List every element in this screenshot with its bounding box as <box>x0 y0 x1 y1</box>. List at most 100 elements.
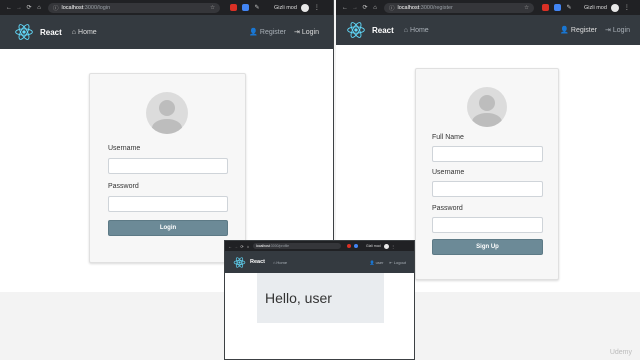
sign-in-icon: ⇥ <box>604 27 611 34</box>
extension-icon[interactable] <box>347 244 351 248</box>
incognito-icon[interactable] <box>300 3 309 12</box>
nav-home-label: Home <box>276 259 288 265</box>
react-logo-icon <box>347 22 365 38</box>
username-input[interactable] <box>108 158 228 174</box>
browser-toolbar: ← → ⟳ ⌂ localhost:3000/profile Gizli mod… <box>225 241 414 251</box>
password-label: Password <box>432 205 463 212</box>
home-icon: ⌂ <box>71 28 77 36</box>
nav-user-label: user <box>375 259 384 265</box>
home-icon[interactable]: ⌂ <box>245 244 251 249</box>
navbar-brand[interactable]: React <box>346 20 394 40</box>
register-card: Full Name Username Password Sign Up <box>415 68 559 280</box>
avatar-icon <box>467 87 507 127</box>
password-input[interactable] <box>108 196 228 212</box>
navbar-brand[interactable]: React <box>233 256 265 269</box>
address-host: localhost <box>397 4 420 11</box>
nav-home-label: Home <box>78 28 97 36</box>
browser-toolbar: ← → ⟳ ⌂ ⓘ localhost:3000/login ☆ ✎ Gizli… <box>0 0 333 15</box>
nav-login-label: Login <box>612 26 630 34</box>
fullname-label: Full Name <box>432 134 464 141</box>
navbar: React ⌂ Home 👤 Register ⇥ Login <box>0 15 333 49</box>
nav-login[interactable]: ⇥ Login <box>604 26 630 35</box>
nav-register-label: Register <box>570 26 597 34</box>
nav-logout-label: Logout <box>393 259 406 265</box>
home-icon[interactable]: ⌂ <box>34 5 44 11</box>
translate-icon[interactable] <box>554 4 561 11</box>
nav-home[interactable]: ⌂ Home <box>72 29 97 36</box>
home-icon: ⌂ <box>403 26 409 34</box>
greeting-text: Hello, user <box>265 290 332 306</box>
address-bar[interactable]: localhost:3000/profile <box>253 243 341 249</box>
nav-register[interactable]: 👤 Register <box>249 28 286 37</box>
username-label: Username <box>108 145 141 152</box>
star-icon[interactable]: ☆ <box>210 5 215 11</box>
extension-icon[interactable] <box>542 4 549 11</box>
login-card: Username Password Login <box>89 73 246 263</box>
address-bar[interactable]: ⓘ localhost:3000/login ☆ <box>48 2 220 13</box>
nav-home[interactable]: ⌂ Home <box>404 27 429 34</box>
profile-window: ← → ⟳ ⌂ localhost:3000/profile Gizli mod… <box>224 240 415 360</box>
user-plus-icon: 👤 <box>560 27 569 34</box>
user-plus-icon: 👤 <box>249 29 258 36</box>
reload-icon[interactable]: ⟳ <box>360 4 370 11</box>
react-logo-icon <box>15 24 33 40</box>
incognito-icon[interactable] <box>383 243 389 249</box>
profile-name: Gizli mod <box>584 4 607 11</box>
brand-text: React <box>372 25 394 35</box>
nav-user[interactable]: 👤 user <box>370 260 384 265</box>
user-icon: 👤 <box>369 259 375 265</box>
nav-register-label: Register <box>259 28 286 36</box>
nav-login-label: Login <box>301 28 319 36</box>
fullname-input[interactable] <box>432 146 543 162</box>
forward-icon[interactable]: → <box>350 5 360 11</box>
menu-icon[interactable]: ⋮ <box>623 4 631 11</box>
lock-icon: ⓘ <box>389 5 395 12</box>
avatar-icon <box>146 92 188 134</box>
greeting-jumbotron: Hello, user <box>257 273 384 323</box>
password-label: Password <box>108 183 139 190</box>
navbar: React ⌂ Home 👤 user ⇤ Logout <box>225 251 414 273</box>
incognito-icon[interactable] <box>610 3 619 12</box>
address-host: localhost <box>256 244 270 248</box>
back-icon[interactable]: ← <box>4 5 14 11</box>
username-input[interactable] <box>432 181 543 197</box>
back-icon[interactable]: ← <box>340 5 350 11</box>
login-button[interactable]: Login <box>108 220 228 236</box>
browser-toolbar: ← → ⟳ ⌂ ⓘ localhost:3000/register ☆ ✎ Gi… <box>336 0 640 15</box>
nav-home[interactable]: ⌂ Home <box>273 260 287 265</box>
react-logo-icon <box>233 256 246 268</box>
address-path: :3000/login <box>83 4 111 11</box>
star-icon[interactable]: ☆ <box>524 5 529 11</box>
extension-icon[interactable] <box>230 4 237 11</box>
nav-register[interactable]: 👤 Register <box>560 26 597 35</box>
udemy-watermark: Udemy <box>609 349 632 356</box>
extension-icon[interactable]: ✎ <box>252 4 262 11</box>
address-path: :3000/register <box>419 4 453 11</box>
extension-icon[interactable]: ✎ <box>564 4 574 11</box>
nav-home-label: Home <box>410 26 429 34</box>
signup-button[interactable]: Sign Up <box>432 239 543 255</box>
address-bar[interactable]: ⓘ localhost:3000/register ☆ <box>384 2 534 13</box>
username-label: Username <box>432 169 465 176</box>
profile-name: Gizli mod <box>274 4 297 11</box>
address-host: localhost <box>61 4 84 11</box>
menu-icon[interactable]: ⋮ <box>313 4 321 11</box>
home-icon: ⌂ <box>272 259 276 265</box>
profile-name: Gizli mod <box>366 244 381 248</box>
nav-logout[interactable]: ⇤ Logout <box>389 260 406 265</box>
navbar-brand[interactable]: React <box>14 22 62 42</box>
sign-out-icon: ⇤ <box>389 259 393 265</box>
menu-icon[interactable]: ⋮ <box>391 244 396 249</box>
nav-login[interactable]: ⇥ Login <box>294 28 319 37</box>
translate-icon[interactable] <box>242 4 249 11</box>
navbar: React ⌂ Home 👤 Register ⇥ Login <box>336 15 640 45</box>
home-icon[interactable]: ⌂ <box>370 5 380 11</box>
password-input[interactable] <box>432 217 543 233</box>
address-path: :3000/profile <box>269 244 290 248</box>
translate-icon[interactable] <box>354 244 358 248</box>
forward-icon[interactable]: → <box>14 5 24 11</box>
brand-text: React <box>250 259 265 265</box>
lock-icon: ⓘ <box>53 5 59 12</box>
reload-icon[interactable]: ⟳ <box>24 4 34 11</box>
brand-text: React <box>40 27 62 37</box>
